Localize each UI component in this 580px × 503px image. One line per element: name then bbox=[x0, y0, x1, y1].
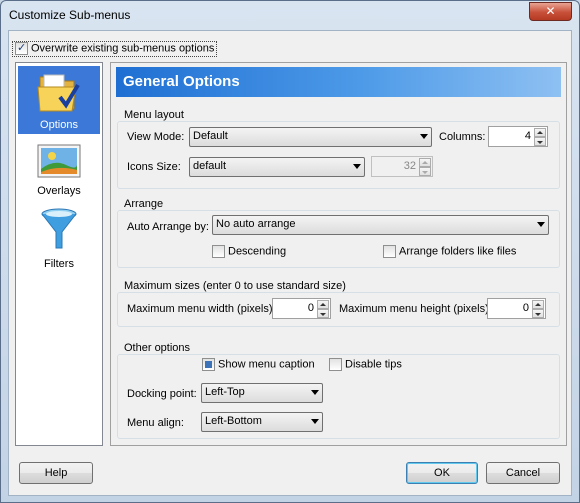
descending-label: Descending bbox=[228, 245, 287, 258]
view-mode-label: View Mode: bbox=[127, 131, 185, 143]
auto-arrange-select[interactable]: No auto arrange bbox=[212, 215, 549, 235]
chevron-down-icon bbox=[420, 134, 428, 139]
panel-title: General Options bbox=[116, 67, 561, 97]
spin-up-icon bbox=[419, 158, 431, 167]
icons-size-label: Icons Size: bbox=[127, 161, 181, 173]
docking-point-label: Docking point: bbox=[127, 388, 197, 400]
menu-align-value: Left-Bottom bbox=[205, 415, 262, 427]
auto-arrange-value: No auto arrange bbox=[216, 218, 296, 230]
spin-down-icon[interactable] bbox=[534, 137, 546, 146]
menu-align-label: Menu align: bbox=[127, 417, 184, 429]
spin-down-icon[interactable] bbox=[532, 309, 544, 318]
chevron-down-icon bbox=[311, 390, 319, 395]
max-width-label: Maximum menu width (pixels): bbox=[127, 303, 276, 315]
disable-tips-checkbox[interactable]: Disable tips bbox=[329, 358, 402, 371]
descending-checkbox[interactable]: Descending bbox=[212, 245, 286, 258]
sidebar-item-options[interactable]: Options bbox=[18, 66, 100, 134]
menu-layout-group-label: Menu layout bbox=[124, 109, 184, 121]
show-caption-label: Show menu caption bbox=[218, 358, 315, 371]
descending-check-box[interactable] bbox=[212, 245, 225, 258]
landscape-picture-icon bbox=[37, 144, 81, 178]
overwrite-label: Overwrite existing sub-menus options bbox=[31, 42, 215, 55]
docking-point-select[interactable]: Left-Top bbox=[201, 383, 323, 403]
chevron-down-icon bbox=[353, 164, 361, 169]
sidebar-item-overlays[interactable]: Overlays bbox=[18, 140, 100, 204]
category-sidebar: Options Overlays Filters bbox=[15, 62, 103, 446]
show-caption-check-box[interactable] bbox=[202, 358, 215, 371]
spin-up-icon[interactable] bbox=[534, 128, 546, 137]
close-icon: ✕ bbox=[545, 4, 556, 18]
disable-tips-label: Disable tips bbox=[345, 358, 402, 371]
max-width-value: 0 bbox=[307, 302, 314, 314]
max-height-label: Maximum menu height (pixels): bbox=[339, 303, 492, 315]
show-caption-checkbox[interactable]: Show menu caption bbox=[202, 358, 315, 371]
view-mode-value: Default bbox=[193, 130, 228, 142]
arrange-folders-check-box[interactable] bbox=[383, 245, 396, 258]
columns-spinner[interactable]: 4 bbox=[488, 126, 548, 147]
arrange-group-label: Arrange bbox=[124, 198, 164, 210]
overwrite-check-box[interactable] bbox=[15, 41, 28, 55]
window-title: Customize Sub-menus bbox=[9, 8, 131, 22]
view-mode-select[interactable]: Default bbox=[189, 127, 432, 147]
sidebar-item-overlays-label: Overlays bbox=[37, 185, 81, 197]
docking-point-value: Left-Top bbox=[205, 386, 245, 398]
arrange-folders-checkbox[interactable]: Arrange folders like files bbox=[383, 245, 516, 258]
spin-down-icon[interactable] bbox=[317, 309, 329, 318]
max-width-spinner[interactable]: 0 bbox=[272, 298, 331, 319]
close-button[interactable]: ✕ bbox=[529, 2, 572, 21]
cancel-button[interactable]: Cancel bbox=[486, 462, 560, 484]
overwrite-checkbox[interactable]: Overwrite existing sub-menus options bbox=[12, 41, 218, 57]
disable-tips-check-box[interactable] bbox=[329, 358, 342, 371]
max-height-value: 0 bbox=[522, 302, 529, 314]
icons-size-number: 32 bbox=[403, 160, 416, 172]
sidebar-item-options-label: Options bbox=[40, 119, 78, 131]
chevron-down-icon bbox=[311, 419, 319, 424]
menu-align-select[interactable]: Left-Bottom bbox=[201, 412, 323, 432]
arrange-folders-label: Arrange folders like files bbox=[399, 245, 517, 258]
help-button[interactable]: Help bbox=[19, 462, 93, 484]
auto-arrange-label: Auto Arrange by: bbox=[127, 221, 209, 233]
columns-label: Columns: bbox=[439, 131, 486, 143]
icons-size-value: default bbox=[193, 160, 227, 172]
icons-size-spinner: 32 bbox=[371, 156, 433, 177]
ok-button[interactable]: OK bbox=[406, 462, 478, 484]
icons-size-select[interactable]: default bbox=[189, 157, 365, 177]
other-options-group-label: Other options bbox=[124, 342, 191, 354]
spin-up-icon[interactable] bbox=[532, 300, 544, 309]
max-height-spinner[interactable]: 0 bbox=[487, 298, 546, 319]
sidebar-item-filters-label: Filters bbox=[44, 258, 74, 270]
max-sizes-group-label: Maximum sizes (enter 0 to use standard s… bbox=[124, 280, 346, 292]
spin-up-icon[interactable] bbox=[317, 300, 329, 309]
columns-value: 4 bbox=[524, 130, 531, 142]
funnel-icon bbox=[41, 208, 77, 249]
folder-checkmark-icon bbox=[37, 74, 80, 112]
sidebar-item-filters[interactable]: Filters bbox=[18, 206, 100, 272]
spin-down-icon bbox=[419, 167, 431, 176]
title-bar[interactable]: Customize Sub-menus ✕ bbox=[1, 1, 579, 31]
chevron-down-icon bbox=[537, 222, 545, 227]
